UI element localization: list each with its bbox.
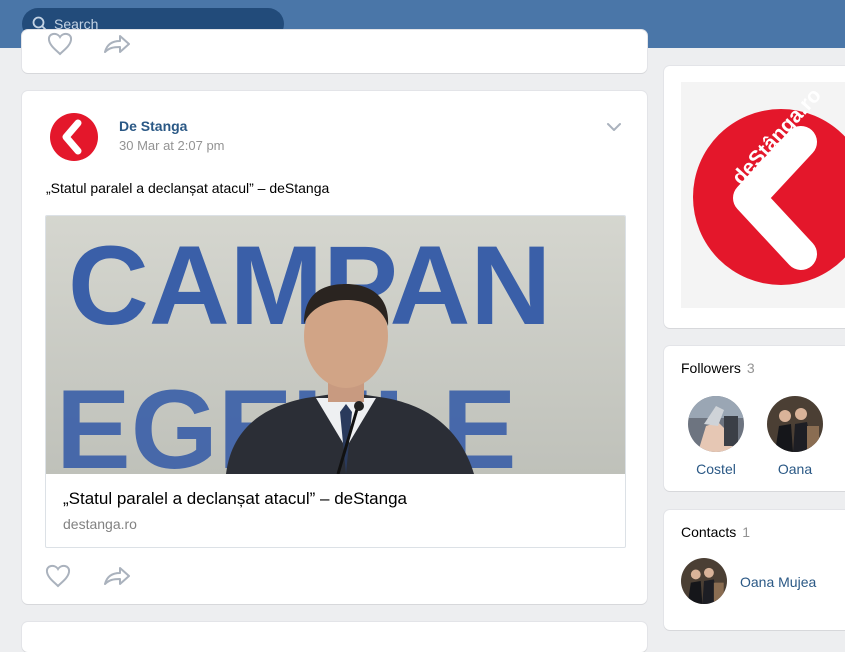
followers-block: Followers 3 Costel Oana (664, 346, 845, 491)
contacts-label: Contacts (681, 524, 737, 540)
chevron-down-icon[interactable] (606, 121, 622, 133)
next-post (22, 622, 647, 652)
destanga-logo-icon: deStânga.ro (693, 84, 845, 285)
follower-name: Costel (696, 461, 736, 477)
attachment-domain: destanga.ro (63, 516, 137, 532)
avatar (681, 558, 727, 604)
heart-icon[interactable] (44, 563, 72, 589)
follower-costel[interactable]: Costel (686, 396, 746, 477)
community-cover-card: deStânga.ro (664, 66, 845, 328)
previous-post (22, 30, 647, 73)
followers-title[interactable]: Followers 3 (681, 360, 755, 376)
followers-label: Followers (681, 360, 741, 376)
heart-icon[interactable] (46, 32, 74, 58)
follower-oana[interactable]: Oana (765, 396, 825, 477)
avatar (767, 396, 823, 452)
contact-oana-mujea[interactable]: Oana Mujea (681, 558, 845, 606)
attachment-title[interactable]: „Statul paralel a declanșat atacul” – de… (63, 489, 407, 509)
contacts-count: 1 (742, 524, 751, 540)
post-author[interactable]: De Stanga (119, 118, 187, 134)
avatar (688, 396, 744, 452)
share-arrow-icon[interactable] (102, 32, 132, 56)
author-avatar[interactable] (48, 111, 100, 163)
destanga-logo-icon (48, 111, 100, 163)
attachment-photo: CAMPAN EGEULE (46, 216, 625, 474)
followers-count: 3 (746, 360, 755, 376)
share-arrow-icon[interactable] (102, 564, 132, 588)
contacts-title[interactable]: Contacts 1 (681, 524, 750, 540)
follower-name: Oana (777, 461, 813, 477)
contacts-block: Contacts 1 Oana Mujea (664, 510, 845, 630)
contact-name: Oana Mujea (740, 574, 817, 590)
link-attachment[interactable]: CAMPAN EGEULE „Statul paralel a declanșa… (45, 215, 626, 548)
community-logo[interactable]: deStânga.ro (681, 82, 845, 308)
post-time[interactable]: 30 Mar at 2:07 pm (119, 138, 225, 153)
feed-post: De Stanga 30 Mar at 2:07 pm „Statul para… (22, 91, 647, 604)
post-text: „Statul paralel a declanșat atacul” – de… (46, 180, 330, 196)
